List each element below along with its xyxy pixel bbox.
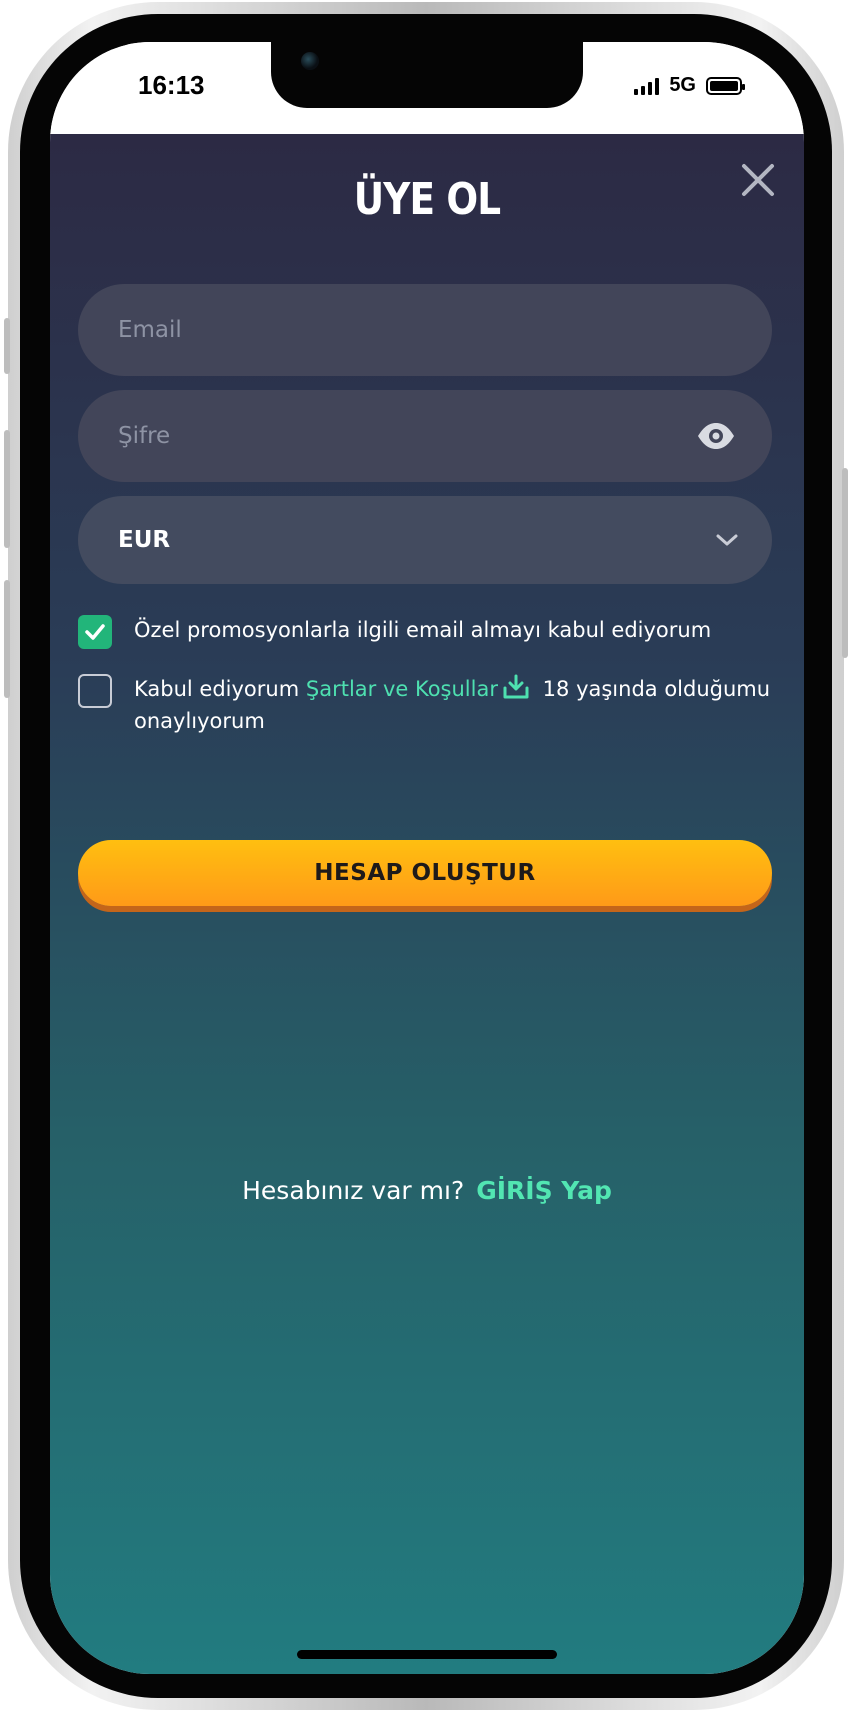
signal-icon [634, 77, 660, 95]
terms-consent-label: Kabul ediyorum Şartlar ve Koşullar 18 ya… [134, 673, 778, 737]
volume-up-button [4, 430, 10, 548]
close-icon [742, 164, 774, 196]
login-link[interactable]: GİRİŞ Yap [476, 1176, 612, 1205]
email-input[interactable] [118, 317, 732, 343]
email-field-wrapper [78, 284, 772, 376]
notch [271, 42, 583, 108]
volume-down-button [4, 580, 10, 698]
status-icons: 5G [634, 74, 745, 97]
mute-switch [4, 318, 10, 374]
login-question: Hesabınız var mı? [242, 1176, 465, 1205]
status-time: 16:13 [138, 70, 205, 100]
download-icon[interactable] [502, 674, 530, 700]
terms-prefix: Kabul ediyorum [134, 677, 300, 701]
password-field-wrapper [78, 390, 772, 482]
currency-select[interactable]: EUR [78, 496, 772, 584]
home-indicator [297, 1650, 557, 1659]
close-button[interactable] [738, 160, 778, 200]
network-type: 5G [669, 74, 696, 96]
promo-checkbox[interactable] [78, 615, 112, 649]
camera-icon [301, 52, 319, 70]
password-input[interactable] [118, 423, 696, 449]
signup-screen: ÜYE OL EUR [50, 134, 804, 1674]
login-prompt: Hesabınız var mı? GİRİŞ Yap [50, 1176, 804, 1205]
create-account-button[interactable]: HESAP OLUŞTUR [78, 840, 772, 906]
promo-consent-row: Özel promosyonlarla ilgili email almayı … [78, 615, 778, 649]
checkmark-icon [85, 624, 105, 640]
currency-value: EUR [118, 527, 171, 553]
screen: 16:13 5G ÜYE OL Email EUR Özel promosyon… [50, 42, 804, 1674]
terms-checkbox[interactable] [78, 674, 112, 708]
chevron-down-icon [716, 534, 738, 546]
battery-icon [706, 76, 745, 95]
eye-icon[interactable] [696, 421, 736, 451]
page-title: ÜYE OL [353, 174, 501, 225]
promo-consent-label: Özel promosyonlarla ilgili email almayı … [134, 618, 712, 642]
power-button [842, 468, 848, 658]
terms-consent-row: Kabul ediyorum Şartlar ve Koşullar 18 ya… [78, 674, 778, 737]
terms-link[interactable]: Şartlar ve Koşullar [306, 677, 498, 701]
